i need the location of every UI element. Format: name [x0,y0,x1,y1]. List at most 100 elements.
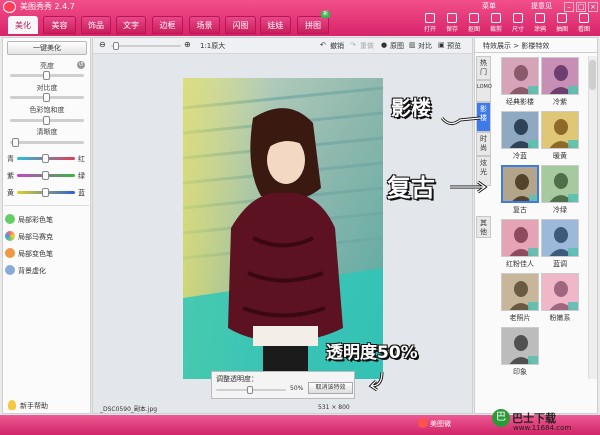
tool-label: 打开 [423,26,436,33]
compare-button[interactable]: 对比 [418,41,432,51]
tab-frame[interactable]: 边框 [152,16,183,34]
tab-doll[interactable]: 娃娃 [260,16,291,34]
tab-other[interactable]: 其他 [476,216,491,238]
effect-thumb[interactable] [541,57,579,95]
tab-flash[interactable]: 闪图 [225,16,256,34]
compare-icon: ▥ [409,41,416,49]
tab-hot[interactable]: 热门 [476,56,491,80]
new-badge: 新 [320,11,330,18]
background-blur-button[interactable]: 背景虚化 [18,266,46,276]
effect-thumb[interactable] [541,111,579,149]
zoom-out-icon[interactable]: ⊖ [99,40,106,49]
local-color-pen-button[interactable]: 局部彩色笔 [18,215,53,225]
menu-link[interactable]: 菜单 [482,1,496,11]
cancel-effect-button[interactable]: 取消该特效 [308,382,353,394]
scrollbar-thumb[interactable] [589,60,596,90]
slider-knob[interactable] [43,116,50,125]
slider-knob[interactable] [42,188,49,197]
effect-thumb[interactable] [541,219,579,257]
effect-preview [502,220,538,256]
tab-lomo[interactable]: LOMO [476,80,492,102]
tab-beauty[interactable]: 美容 [43,16,76,34]
cyan-red-slider[interactable] [17,154,75,163]
slider-knob[interactable] [11,138,19,147]
local-mosaic-button[interactable]: 局部马赛克 [18,232,53,242]
yellow-blue-slider[interactable] [17,188,75,197]
opacity-slider[interactable] [216,386,286,394]
close-icon[interactable]: × [588,2,598,12]
preview-button[interactable]: 预览 [447,41,461,51]
tab-text[interactable]: 文字 [116,16,146,34]
save-icon [447,13,457,23]
tab-beautify[interactable]: 美化 [8,16,38,34]
retro-portrait-photo [183,78,383,379]
crop-icon [491,13,501,23]
effect-thumb[interactable] [541,165,579,203]
effect-thumb[interactable] [501,219,539,257]
resize-tool[interactable]: 尺寸 [509,13,527,35]
tab-accessories[interactable]: 饰品 [81,16,111,34]
photo-canvas[interactable] [183,78,383,379]
effect-thumb[interactable] [501,327,539,365]
brightness-slider[interactable] [10,71,84,80]
doodle-tool[interactable]: 涂鸦 [531,13,549,35]
tab-collage[interactable]: 拼图 新 [297,11,330,34]
zoom-slider[interactable] [111,42,181,50]
slider-knob[interactable] [42,154,49,163]
scrollbar[interactable] [588,56,597,379]
capture-tool[interactable]: 抽图 [553,13,571,35]
annotation-retro: 复古 [387,174,435,202]
file-name: _DSC0590_副本.jpg [100,406,158,413]
reset-icon[interactable]: ↺ [77,61,85,69]
crop-tool[interactable]: 裁剪 [487,13,505,35]
one-key-beautify-button[interactable]: 一键美化 [7,41,87,55]
image-dimensions: 531 × 800 [318,404,350,411]
redo-icon: ↷ [350,41,356,49]
maximize-icon[interactable]: □ [576,2,586,12]
contrast-slider[interactable] [10,93,84,102]
effect-preview [502,112,538,148]
annotation-arrow [450,180,488,194]
status-bar [0,415,600,435]
slider-knob[interactable] [43,71,50,80]
effect-thumb[interactable] [501,111,539,149]
effect-preview [502,274,538,310]
magenta-label: 紫 [7,172,14,180]
effect-thumb[interactable] [541,273,579,311]
undo-button[interactable]: 撤销 [330,41,344,51]
cutout-tool[interactable]: 抠图 [465,13,483,35]
viewer-tool[interactable]: 看图 [575,13,593,35]
open-tool[interactable]: 打开 [421,13,439,35]
beginner-help-link[interactable]: 新手帮助 [20,401,48,411]
lightbulb-icon [8,400,16,410]
original-button[interactable]: 原图 [390,41,404,51]
magenta-green-slider[interactable] [17,171,75,180]
slider-knob[interactable] [42,171,49,180]
effect-thumb[interactable] [501,165,539,203]
slider-knob[interactable] [247,386,253,394]
mosaic-icon [5,231,15,241]
save-tool[interactable]: 保存 [443,13,461,35]
effect-thumb-label: 暖黄 [553,152,567,160]
share-link[interactable]: 美图微 [430,419,451,429]
original-icon: ● [381,41,388,49]
tab-fashion[interactable]: 时尚 [476,132,491,156]
tab-scene[interactable]: 场景 [189,16,220,34]
advice-link[interactable]: 提意见 [531,1,552,11]
undo-icon[interactable]: ↶ [320,41,326,49]
watermark-url: www.11684.com [513,424,572,432]
divider [4,205,89,206]
slider-knob[interactable] [43,93,50,102]
effects-breadcrumb: 特效展示 > 影楼特效 [483,42,550,50]
local-color-change-button[interactable]: 局部变色笔 [18,249,53,259]
effect-thumb[interactable] [501,57,539,95]
minimize-icon[interactable]: – [564,2,574,12]
effect-thumb-label: 冷蓝 [513,152,527,160]
sharpness-slider[interactable] [10,138,84,147]
zoom-in-icon[interactable]: ⊕ [184,40,191,49]
slider-knob[interactable] [113,42,119,50]
actual-size-button[interactable]: 1:1原大 [200,41,225,51]
saturation-slider[interactable] [10,116,84,125]
blur-icon [5,265,15,275]
effect-thumb[interactable] [501,273,539,311]
